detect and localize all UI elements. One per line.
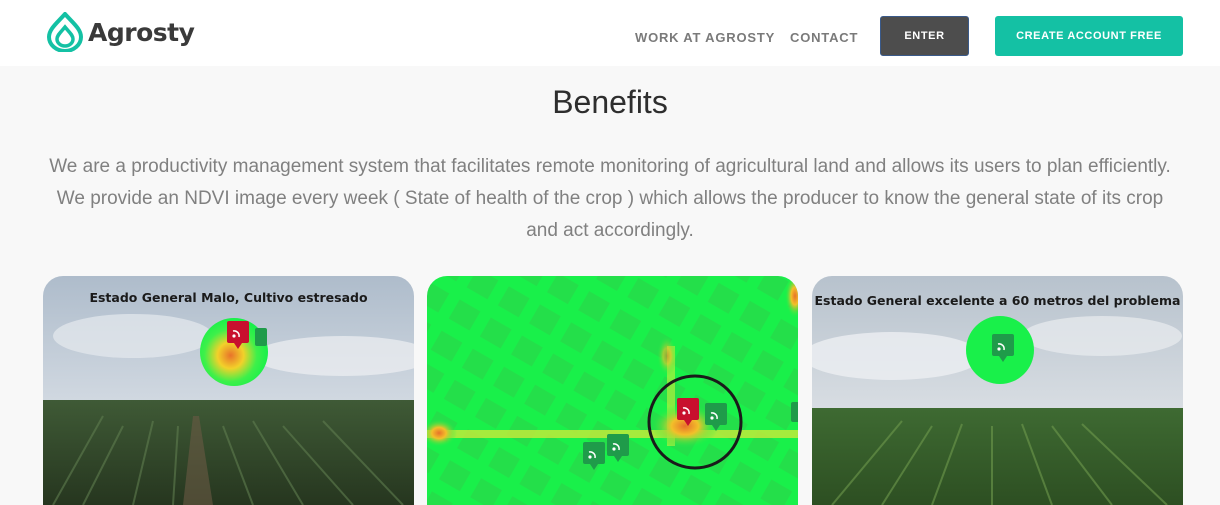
section-description: We are a productivity management system …	[49, 156, 1171, 241]
card-ndvi-map	[427, 276, 798, 505]
healthy-crop-photo	[812, 276, 1183, 505]
ndvi-map	[427, 276, 798, 505]
card-left-caption: Estado General Malo, Cultivo estresado	[89, 290, 368, 305]
create-account-button[interactable]: CREATE ACCOUNT FREE	[995, 16, 1183, 56]
brand-name: Agrosty	[88, 17, 195, 47]
nav-work-at-agrosty[interactable]: WORK AT AGROSTY	[635, 30, 775, 45]
enter-button[interactable]: ENTER	[880, 16, 969, 56]
logo-drop-icon	[46, 12, 84, 52]
site-header: Agrosty WORK AT AGROSTY CONTACT ENTER CR…	[0, 0, 1220, 66]
card-right-caption: Estado General excelente a 60 metros del…	[814, 293, 1181, 308]
section-title: Benefits	[552, 84, 668, 120]
brand-logo[interactable]: Agrosty	[46, 12, 195, 52]
stressed-crop-photo	[43, 276, 414, 505]
nav-contact[interactable]: CONTACT	[790, 30, 858, 45]
card-stressed-crop: Estado General Malo, Cultivo estresado	[43, 276, 414, 505]
card-healthy-crop: Estado General excelente a 60 metros del…	[812, 276, 1183, 505]
